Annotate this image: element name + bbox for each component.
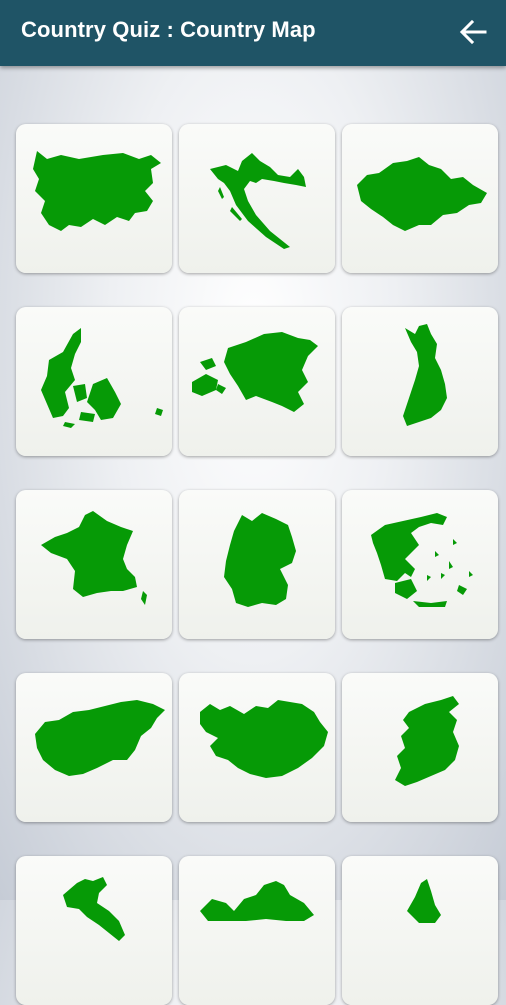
country-card-greece[interactable] bbox=[342, 490, 498, 639]
country-card-lithuania[interactable] bbox=[342, 856, 498, 1005]
czechia-map-icon bbox=[357, 156, 487, 231]
ireland-map-icon bbox=[395, 695, 459, 786]
back-button[interactable] bbox=[456, 15, 490, 49]
estonia-map-icon bbox=[192, 331, 318, 412]
country-card-hungary[interactable] bbox=[16, 673, 172, 822]
country-card-latvia[interactable] bbox=[179, 856, 335, 1005]
croatia-map-icon bbox=[210, 152, 306, 249]
country-card-ireland[interactable] bbox=[342, 673, 498, 822]
iceland-map-icon bbox=[200, 699, 328, 778]
greece-map-icon bbox=[371, 512, 473, 607]
italy-map-icon bbox=[63, 876, 125, 941]
country-card-germany[interactable] bbox=[179, 490, 335, 639]
country-card-italy[interactable] bbox=[16, 856, 172, 1005]
finland-map-icon bbox=[403, 323, 447, 426]
app-bar: Country Quiz : Country Map bbox=[0, 0, 506, 66]
bulgaria-map-icon bbox=[33, 150, 161, 231]
country-card-france[interactable] bbox=[16, 490, 172, 639]
country-card-croatia[interactable] bbox=[179, 124, 335, 273]
hungary-map-icon bbox=[35, 699, 165, 776]
country-card-estonia[interactable] bbox=[179, 307, 335, 456]
country-card-finland[interactable] bbox=[342, 307, 498, 456]
lithuania-map-icon bbox=[407, 878, 441, 923]
page-title: Country Quiz : Country Map bbox=[21, 17, 316, 42]
country-card-denmark[interactable] bbox=[16, 307, 172, 456]
france-map-icon bbox=[41, 510, 147, 605]
country-card-bulgaria[interactable] bbox=[16, 124, 172, 273]
germany-map-icon bbox=[224, 512, 296, 607]
country-card-iceland[interactable] bbox=[179, 673, 335, 822]
denmark-map-icon bbox=[41, 327, 163, 428]
latvia-map-icon bbox=[200, 880, 314, 921]
arrow-left-icon bbox=[459, 19, 487, 45]
country-grid bbox=[16, 124, 498, 1005]
country-card-czechia[interactable] bbox=[342, 124, 498, 273]
